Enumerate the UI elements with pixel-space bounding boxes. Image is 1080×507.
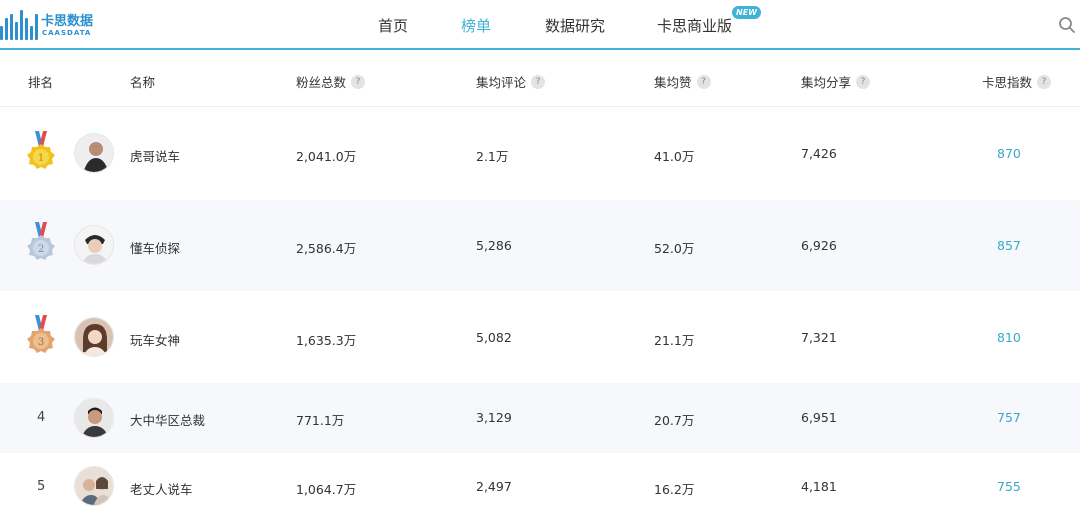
- caas-index-value[interactable]: 857: [997, 238, 1021, 253]
- nav-data-research[interactable]: 数据研究: [545, 15, 605, 36]
- logo-text: 卡思数据: [41, 14, 94, 29]
- avatar[interactable]: [74, 225, 114, 265]
- help-icon[interactable]: ?: [351, 74, 366, 89]
- avatar[interactable]: [74, 466, 114, 506]
- table-header: 排名 名称 粉丝总数? 集均评论? 集均赞? 集均分享? 卡思指数?: [0, 52, 1080, 107]
- avg-likes: 20.7万: [654, 413, 695, 428]
- caas-index-value[interactable]: 810: [997, 330, 1021, 345]
- svg-text:2: 2: [38, 244, 44, 255]
- avg-comments: 5,286: [476, 238, 512, 253]
- avg-comments: 3,129: [476, 410, 512, 425]
- avg-likes: 41.0万: [654, 149, 695, 164]
- nav-rankings[interactable]: 榜单: [461, 15, 491, 36]
- avg-likes: 16.2万: [654, 482, 695, 497]
- fans-count: 1,064.7万: [296, 482, 357, 497]
- help-icon[interactable]: ?: [856, 74, 871, 89]
- column-caas-index[interactable]: 卡思指数?: [982, 72, 1052, 91]
- column-name: 名称: [130, 75, 156, 90]
- avatar[interactable]: [74, 317, 114, 357]
- account-name[interactable]: 玩车女神: [130, 330, 180, 349]
- person-avatar-icon: [75, 467, 113, 505]
- rank-number: 4: [37, 410, 46, 425]
- help-icon[interactable]: ?: [696, 74, 711, 89]
- caas-index-value[interactable]: 870: [997, 146, 1021, 161]
- avg-shares: 6,926: [801, 238, 837, 253]
- avatar[interactable]: [74, 398, 114, 438]
- avg-shares: 7,426: [801, 146, 837, 161]
- table-row[interactable]: 4 大中华区总裁 771.1万 3,129 20.7万 6,951 757: [0, 383, 1080, 453]
- avg-likes: 21.1万: [654, 333, 695, 348]
- help-icon[interactable]: ?: [531, 74, 546, 89]
- person-avatar-icon: [75, 134, 113, 172]
- avg-likes: 52.0万: [654, 241, 695, 256]
- account-name[interactable]: 老丈人说车: [130, 479, 193, 498]
- account-name[interactable]: 大中华区总裁: [130, 410, 205, 429]
- avg-shares: 4,181: [801, 479, 837, 494]
- table-row[interactable]: 2 懂车侦探 2,586.4万 5,286 52.0万 6,926 857: [0, 200, 1080, 291]
- avg-shares: 7,321: [801, 330, 837, 345]
- column-avg-likes[interactable]: 集均赞?: [654, 72, 711, 91]
- silver-medal-icon: 2: [27, 222, 55, 260]
- logo-subtext: CAASDATA: [42, 29, 92, 37]
- fans-count: 771.1万: [296, 413, 345, 428]
- person-avatar-icon: [75, 318, 113, 356]
- column-rank: 排名: [28, 75, 54, 90]
- caas-index-value[interactable]: 757: [997, 410, 1021, 425]
- svg-text:3: 3: [38, 337, 44, 348]
- column-avg-comments[interactable]: 集均评论?: [476, 72, 546, 91]
- avg-shares: 6,951: [801, 410, 837, 425]
- svg-text:1: 1: [38, 153, 44, 164]
- avg-comments: 2.1万: [476, 149, 509, 164]
- person-avatar-icon: [75, 226, 113, 264]
- account-name[interactable]: 虎哥说车: [130, 146, 180, 165]
- top-header: 卡思数据 CAASDATA 首页 榜单 数据研究 卡思商业版 NEW: [0, 0, 1080, 50]
- fans-count: 2,041.0万: [296, 149, 357, 164]
- gold-medal-icon: 1: [27, 131, 55, 169]
- help-icon[interactable]: ?: [1037, 74, 1052, 89]
- logo-bars-icon: [0, 10, 40, 40]
- fans-count: 2,586.4万: [296, 241, 357, 256]
- fans-count: 1,635.3万: [296, 333, 357, 348]
- avatar[interactable]: [74, 133, 114, 173]
- table-row[interactable]: 3 玩车女神 1,635.3万 5,082 21.1万 7,321 810: [0, 291, 1080, 383]
- account-name[interactable]: 懂车侦探: [130, 238, 180, 257]
- search-icon[interactable]: [1058, 16, 1076, 34]
- caas-index-value[interactable]: 755: [997, 479, 1021, 494]
- table-row[interactable]: 1 虎哥说车 2,041.0万 2.1万 41.0万 7,426 870: [0, 107, 1080, 200]
- bronze-medal-icon: 3: [27, 315, 55, 353]
- column-avg-shares[interactable]: 集均分享?: [801, 72, 871, 91]
- nav-business-edition[interactable]: 卡思商业版: [657, 15, 732, 36]
- caasdata-logo[interactable]: 卡思数据 CAASDATA: [0, 8, 110, 42]
- rank-number: 5: [37, 479, 46, 494]
- new-badge: NEW: [732, 6, 761, 19]
- person-avatar-icon: [75, 399, 113, 437]
- table-row[interactable]: 5 老丈人说车 1,064.7万 2,497 16.2万 4,181 755: [0, 453, 1080, 507]
- column-fans[interactable]: 粉丝总数?: [296, 72, 366, 91]
- avg-comments: 5,082: [476, 330, 512, 345]
- avg-comments: 2,497: [476, 479, 512, 494]
- nav-home[interactable]: 首页: [378, 15, 408, 36]
